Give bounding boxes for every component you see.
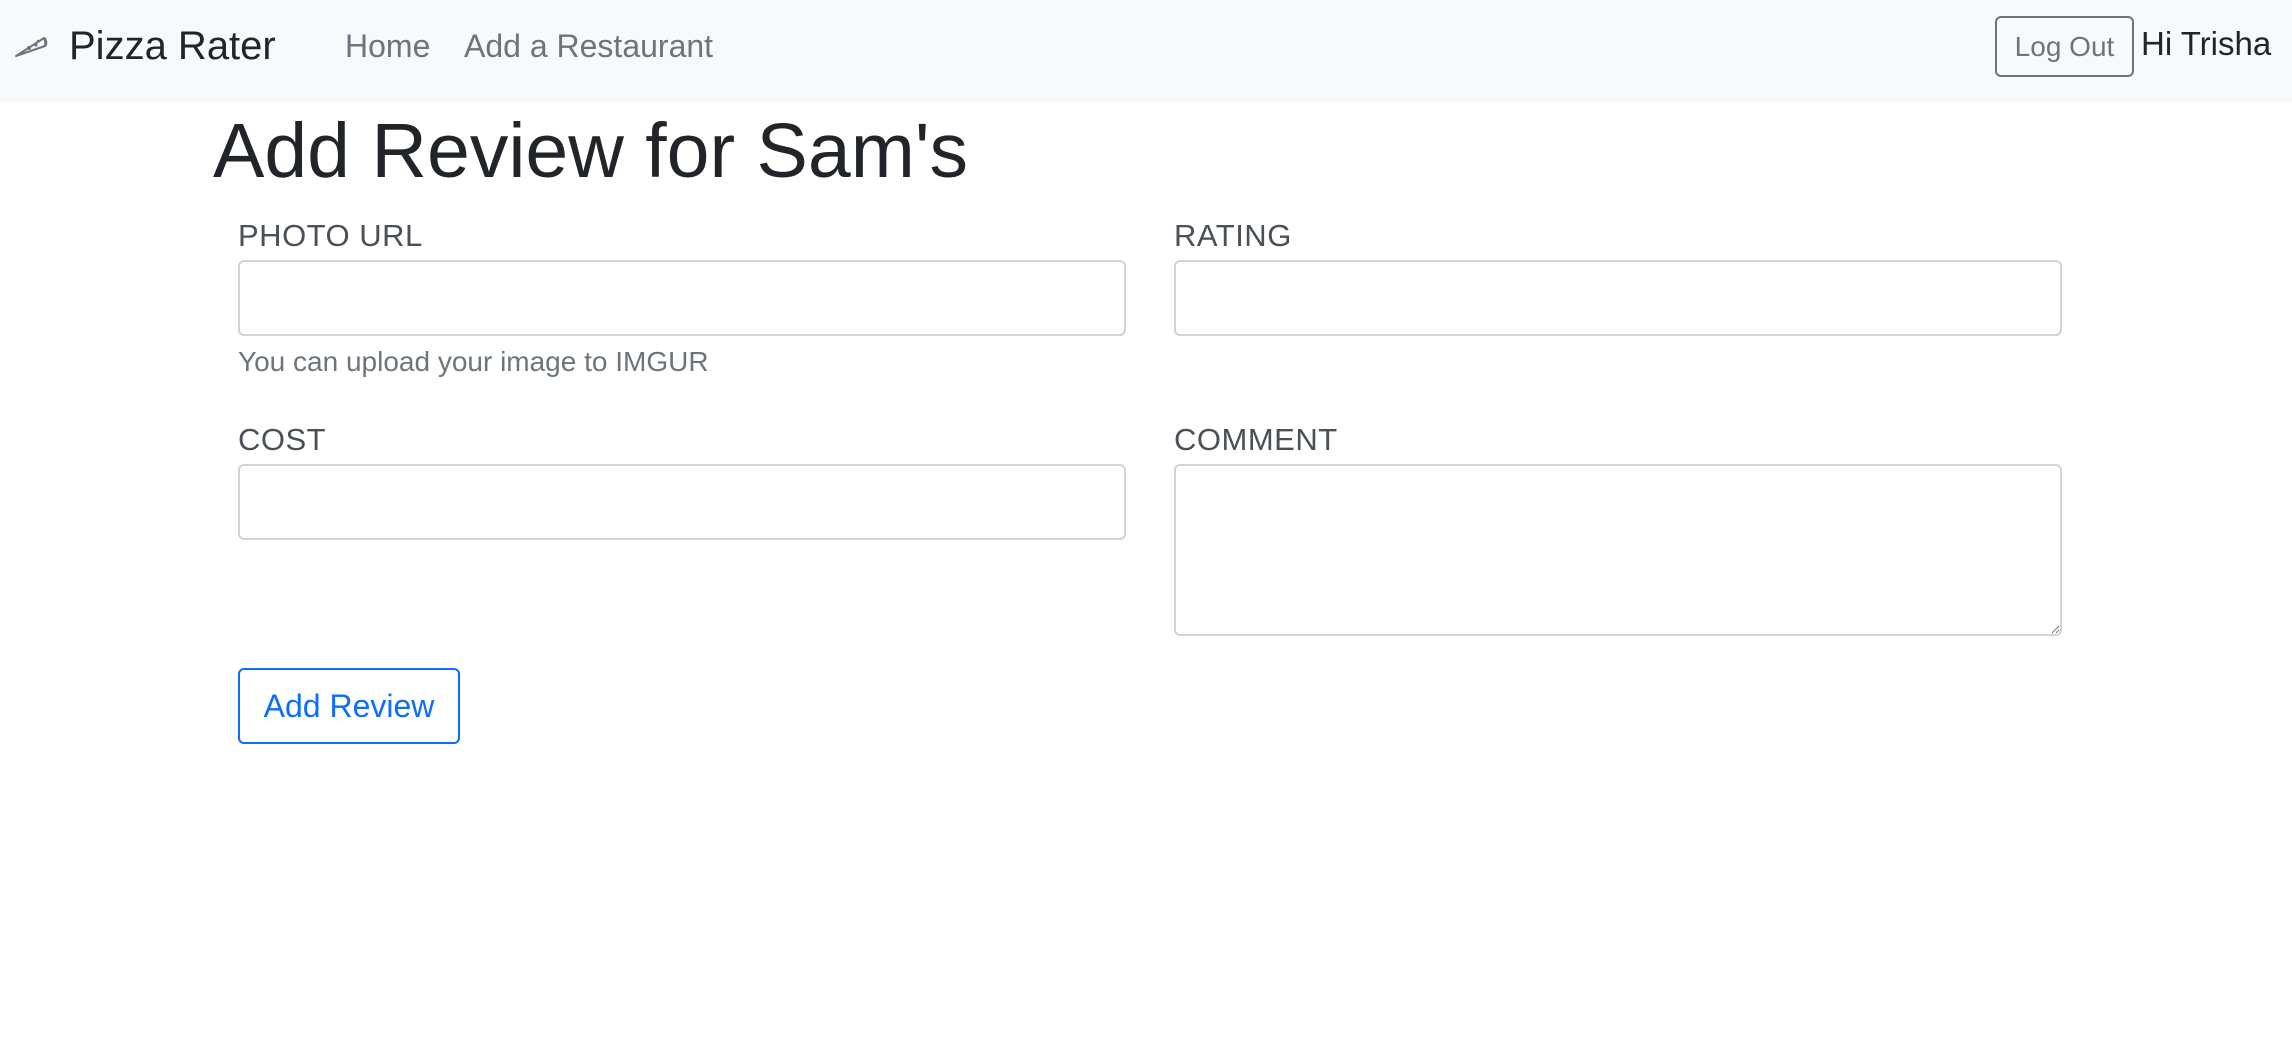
cost-label: COST	[238, 422, 327, 457]
photo-url-label: PHOTO URL	[238, 218, 423, 253]
photo-url-input[interactable]	[238, 260, 1126, 336]
comment-label: COMMENT	[1174, 422, 1338, 457]
comment-textarea[interactable]	[1174, 464, 2062, 636]
navbar: Pizza Rater Home Add a Restaurant Log Ou…	[0, 0, 2292, 102]
cost-input[interactable]	[238, 464, 1126, 540]
page-title: Add Review for Sam's	[213, 108, 969, 194]
rating-label: RATING	[1174, 218, 1292, 253]
brand-link[interactable]: Pizza Rater	[69, 22, 276, 70]
add-review-button[interactable]: Add Review	[238, 668, 460, 744]
user-greeting: Hi Trisha	[2141, 25, 2272, 62]
nav-link-add-restaurant[interactable]: Add a Restaurant	[464, 26, 713, 66]
rating-input[interactable]	[1174, 260, 2062, 336]
nav-link-home[interactable]: Home	[345, 26, 430, 66]
logout-button[interactable]: Log Out	[1995, 16, 2134, 77]
pizza-slice-icon	[15, 37, 48, 57]
photo-url-help-text: You can upload your image to IMGUR	[238, 346, 709, 377]
